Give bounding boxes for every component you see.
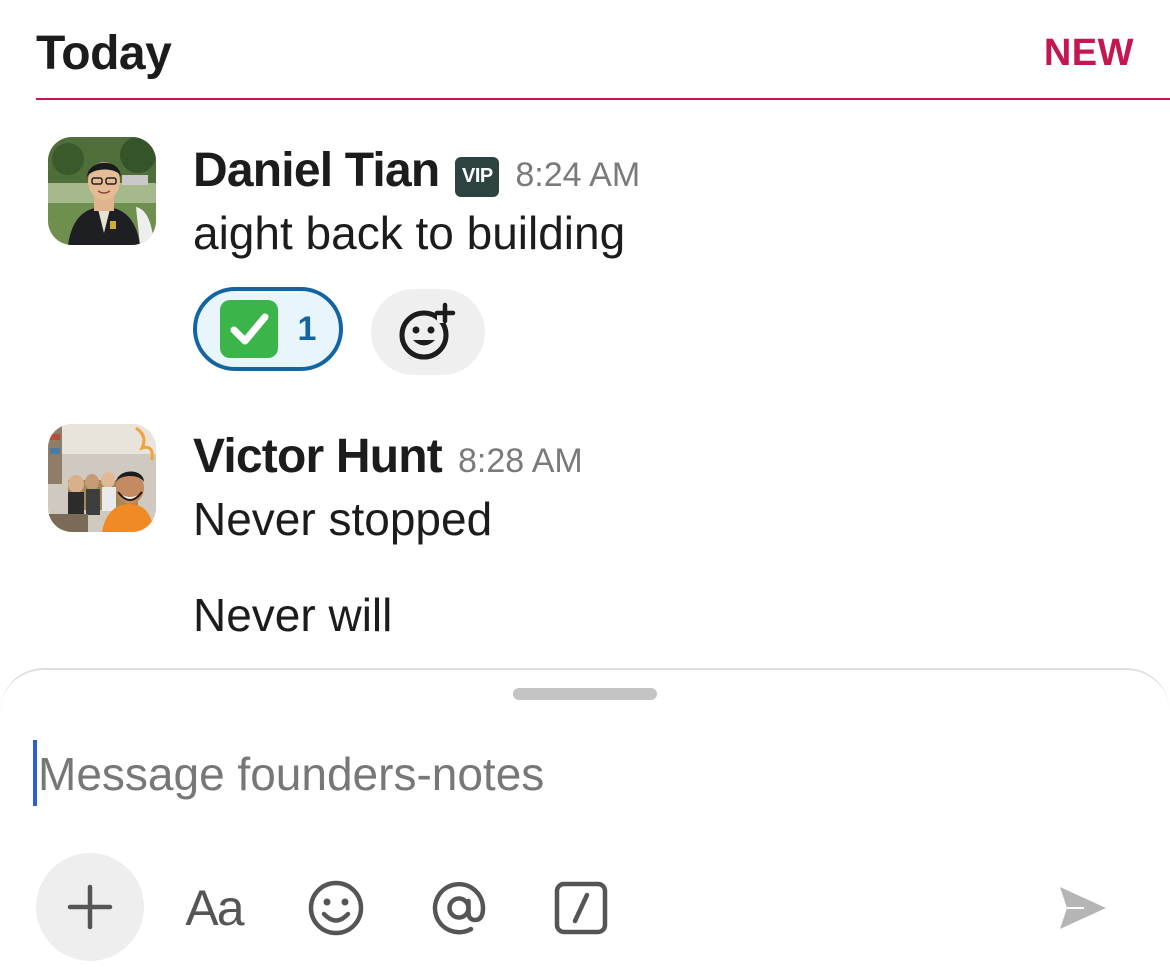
- drag-handle[interactable]: [513, 688, 657, 700]
- message-header: Victor Hunt 8:28 AM: [193, 429, 583, 484]
- text-format-button[interactable]: Aa: [176, 870, 252, 946]
- text-format-icon: Aa: [185, 880, 244, 936]
- emoji-button[interactable]: [298, 870, 374, 946]
- author-name[interactable]: Daniel Tian: [193, 143, 440, 198]
- plus-icon: [67, 884, 113, 930]
- mention-icon: [432, 881, 486, 935]
- add-reaction-icon: [399, 302, 456, 360]
- new-messages-divider: [36, 98, 1170, 100]
- day-divider: Today NEW: [36, 22, 1134, 88]
- message-text: aight back to building: [193, 207, 626, 259]
- avatar[interactable]: [48, 137, 156, 245]
- slash-command-button[interactable]: [543, 870, 619, 946]
- vip-badge: VIP: [455, 156, 500, 197]
- message-header: Daniel Tian VIP 8:24 AM: [193, 143, 640, 201]
- add-attachment-button[interactable]: [36, 853, 144, 961]
- message-timestamp[interactable]: 8:24 AM: [515, 156, 640, 195]
- message-timestamp[interactable]: 8:28 AM: [458, 442, 583, 481]
- message-input[interactable]: [32, 738, 1138, 810]
- message-text: Never will: [193, 589, 393, 641]
- send-icon: [1060, 887, 1106, 929]
- new-messages-label: NEW: [1043, 32, 1134, 74]
- message-text: Never stopped: [193, 493, 493, 545]
- send-button[interactable]: [1044, 870, 1120, 946]
- channel-view: Today NEW Daniel Tian VIP 8:24 AM aight …: [0, 0, 1170, 971]
- mention-button[interactable]: [421, 870, 497, 946]
- reaction-pill[interactable]: 1: [193, 287, 343, 371]
- avatar[interactable]: [48, 424, 156, 532]
- text-caret: [33, 740, 37, 806]
- add-reaction-button[interactable]: [371, 289, 485, 375]
- author-name[interactable]: Victor Hunt: [193, 429, 443, 484]
- reaction-count: 1: [297, 309, 317, 348]
- emoji-icon: [308, 880, 364, 936]
- day-title: Today: [36, 27, 172, 80]
- white-check-mark-icon: [219, 300, 278, 358]
- slash-command-icon: [554, 881, 608, 935]
